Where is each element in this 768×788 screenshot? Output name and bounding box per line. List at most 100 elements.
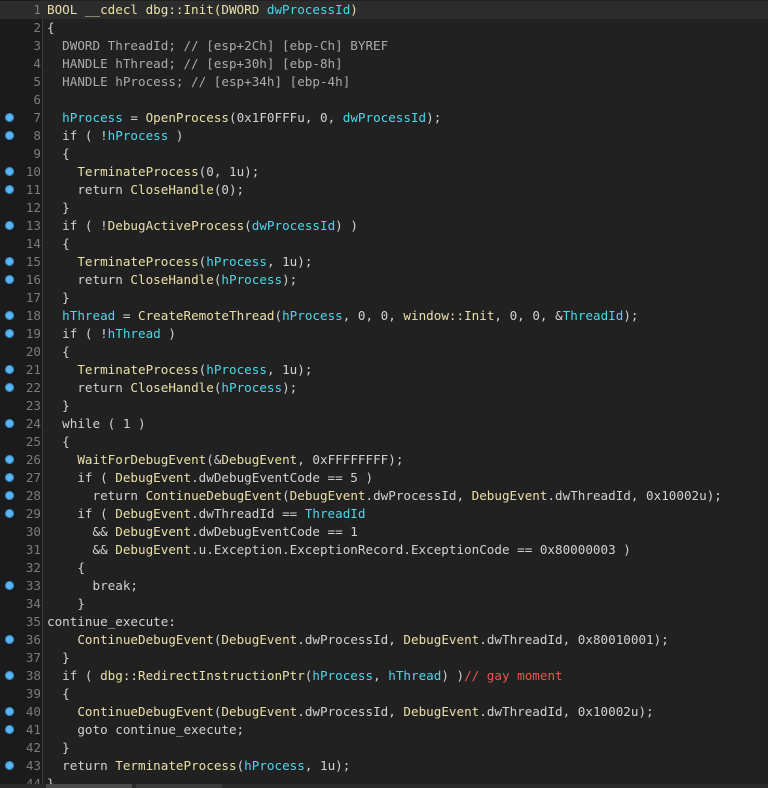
code-line[interactable]: 14 { — [0, 235, 768, 253]
code-line[interactable]: 35 continue_execute: — [0, 613, 768, 631]
code-text[interactable]: goto continue_execute; — [47, 721, 244, 739]
code-line[interactable]: 43 return TerminateProcess(hProcess, 1u)… — [0, 757, 768, 775]
breakpoint-dot-icon[interactable] — [5, 311, 14, 320]
code-text[interactable]: { — [47, 343, 70, 361]
code-line[interactable]: 18 hThread = CreateRemoteThread(hProcess… — [0, 307, 768, 325]
breakpoint-dot-icon[interactable] — [5, 113, 14, 122]
code-text[interactable]: return CloseHandle(0); — [47, 181, 244, 199]
code-line[interactable]: 41 goto continue_execute; — [0, 721, 768, 739]
code-line[interactable]: 38 if ( dbg::RedirectInstructionPtr(hPro… — [0, 667, 768, 685]
code-text[interactable]: WaitForDebugEvent(&DebugEvent, 0xFFFFFFF… — [47, 451, 403, 469]
code-text[interactable]: TerminateProcess(hProcess, 1u); — [47, 253, 312, 271]
code-text[interactable]: if ( DebugEvent.dwDebugEventCode == 5 ) — [47, 469, 373, 487]
code-text[interactable]: hProcess = OpenProcess(0x1F0FFFu, 0, dwP… — [47, 109, 441, 127]
code-text[interactable]: { — [47, 145, 70, 163]
breakpoint-dot-icon[interactable] — [5, 329, 14, 338]
bottom-tab-2[interactable] — [136, 784, 222, 788]
code-line[interactable]: 25 { — [0, 433, 768, 451]
code-line[interactable]: 27 if ( DebugEvent.dwDebugEventCode == 5… — [0, 469, 768, 487]
code-line[interactable]: 37 } — [0, 649, 768, 667]
breakpoint-dot-icon[interactable] — [5, 365, 14, 374]
breakpoint-dot-icon[interactable] — [5, 473, 14, 482]
code-line[interactable]: 2{ — [0, 19, 768, 37]
code-line[interactable]: 22 return CloseHandle(hProcess); — [0, 379, 768, 397]
code-text[interactable]: return CloseHandle(hProcess); — [47, 379, 297, 397]
code-text[interactable]: TerminateProcess(hProcess, 1u); — [47, 361, 312, 379]
code-line[interactable]: 10 TerminateProcess(0, 1u); — [0, 163, 768, 181]
code-line[interactable]: 28 return ContinueDebugEvent(DebugEvent.… — [0, 487, 768, 505]
code-line[interactable]: 1 BOOL __cdecl dbg::Init(DWORD dwProcessI… — [0, 1, 768, 19]
code-text[interactable]: } — [47, 649, 70, 667]
breakpoint-dot-icon[interactable] — [5, 221, 14, 230]
code-text[interactable]: { — [47, 235, 70, 253]
code-line[interactable]: 24 while ( 1 ) — [0, 415, 768, 433]
code-text[interactable]: } — [47, 595, 85, 613]
code-text[interactable]: return ContinueDebugEvent(DebugEvent.dwP… — [47, 487, 721, 505]
code-line[interactable]: 4 HANDLE hThread; // [esp+30h] [ebp-8h] — [0, 55, 768, 73]
code-text[interactable]: if ( dbg::RedirectInstructionPtr(hProces… — [47, 667, 562, 685]
code-text[interactable]: while ( 1 ) — [47, 415, 145, 433]
code-text[interactable]: HANDLE hThread; // [esp+30h] [ebp-8h] — [47, 55, 343, 73]
code-text[interactable]: HANDLE hProcess; // [esp+34h] [ebp-4h] — [47, 73, 350, 91]
code-line[interactable]: 26 WaitForDebugEvent(&DebugEvent, 0xFFFF… — [0, 451, 768, 469]
breakpoint-dot-icon[interactable] — [5, 707, 14, 716]
code-line[interactable]: 7 hProcess = OpenProcess(0x1F0FFFu, 0, d… — [0, 109, 768, 127]
breakpoint-dot-icon[interactable] — [5, 635, 14, 644]
breakpoint-dot-icon[interactable] — [5, 581, 14, 590]
code-text[interactable]: return CloseHandle(hProcess); — [47, 271, 297, 289]
code-text[interactable]: return TerminateProcess(hProcess, 1u); — [47, 757, 350, 775]
code-line[interactable]: 17 } — [0, 289, 768, 307]
code-text[interactable]: { — [47, 559, 85, 577]
breakpoint-dot-icon[interactable] — [5, 185, 14, 194]
code-line[interactable]: 8 if ( !hProcess ) — [0, 127, 768, 145]
code-text[interactable]: { — [47, 433, 70, 451]
breakpoint-dot-icon[interactable] — [5, 131, 14, 140]
code-line[interactable]: 32 { — [0, 559, 768, 577]
code-line[interactable]: 40 ContinueDebugEvent(DebugEvent.dwProce… — [0, 703, 768, 721]
code-text[interactable]: continue_execute: — [47, 613, 176, 631]
code-text[interactable]: TerminateProcess(0, 1u); — [47, 163, 259, 181]
breakpoint-dot-icon[interactable] — [5, 257, 14, 266]
code-text[interactable]: if ( !hProcess ) — [47, 127, 183, 145]
code-text[interactable]: } — [47, 397, 70, 415]
code-text[interactable]: break; — [47, 577, 138, 595]
code-text[interactable]: } — [47, 739, 70, 757]
code-text[interactable]: if ( !DebugActiveProcess(dwProcessId) ) — [47, 217, 358, 235]
code-line[interactable]: 15 TerminateProcess(hProcess, 1u); — [0, 253, 768, 271]
code-line[interactable]: 30 && DebugEvent.dwDebugEventCode == 1 — [0, 523, 768, 541]
code-text[interactable]: && DebugEvent.dwDebugEventCode == 1 — [47, 523, 357, 541]
code-text[interactable]: BOOL __cdecl dbg::Init(DWORD dwProcessId… — [47, 1, 358, 19]
code-line[interactable]: 3 DWORD ThreadId; // [esp+2Ch] [ebp-Ch] … — [0, 37, 768, 55]
code-line[interactable]: 6 — [0, 91, 768, 109]
code-text[interactable]: if ( DebugEvent.dwThreadId == ThreadId — [47, 505, 365, 523]
code-line[interactable]: 16 return CloseHandle(hProcess); — [0, 271, 768, 289]
code-text[interactable]: DWORD ThreadId; // [esp+2Ch] [ebp-Ch] BY… — [47, 37, 388, 55]
code-text[interactable]: { — [47, 685, 70, 703]
code-text[interactable]: ContinueDebugEvent(DebugEvent.dwProcessI… — [47, 703, 653, 721]
code-line[interactable]: 20 { — [0, 343, 768, 361]
breakpoint-dot-icon[interactable] — [5, 167, 14, 176]
code-text[interactable]: } — [47, 199, 70, 217]
breakpoint-dot-icon[interactable] — [5, 491, 14, 500]
code-line[interactable]: 12 } — [0, 199, 768, 217]
code-line[interactable]: 9 { — [0, 145, 768, 163]
code-line[interactable]: 19 if ( !hThread ) — [0, 325, 768, 343]
code-line[interactable]: 34 } — [0, 595, 768, 613]
code-line[interactable]: 31 && DebugEvent.u.Exception.ExceptionRe… — [0, 541, 768, 559]
code-line[interactable]: 39 { — [0, 685, 768, 703]
code-text[interactable]: } — [47, 289, 70, 307]
code-line[interactable]: 23 } — [0, 397, 768, 415]
code-line[interactable]: 42 } — [0, 739, 768, 757]
breakpoint-dot-icon[interactable] — [5, 671, 14, 680]
breakpoint-dot-icon[interactable] — [5, 419, 14, 428]
code-text[interactable]: { — [47, 19, 55, 37]
code-line[interactable]: 33 break; — [0, 577, 768, 595]
code-line[interactable]: 29 if ( DebugEvent.dwThreadId == ThreadI… — [0, 505, 768, 523]
code-line[interactable]: 11 return CloseHandle(0); — [0, 181, 768, 199]
code-line[interactable]: 13 if ( !DebugActiveProcess(dwProcessId)… — [0, 217, 768, 235]
code-text[interactable]: && DebugEvent.u.Exception.ExceptionRecor… — [47, 541, 630, 559]
breakpoint-dot-icon[interactable] — [5, 761, 14, 770]
code-text[interactable]: if ( !hThread ) — [47, 325, 176, 343]
breakpoint-dot-icon[interactable] — [5, 725, 14, 734]
bottom-tab-1[interactable] — [46, 784, 132, 788]
